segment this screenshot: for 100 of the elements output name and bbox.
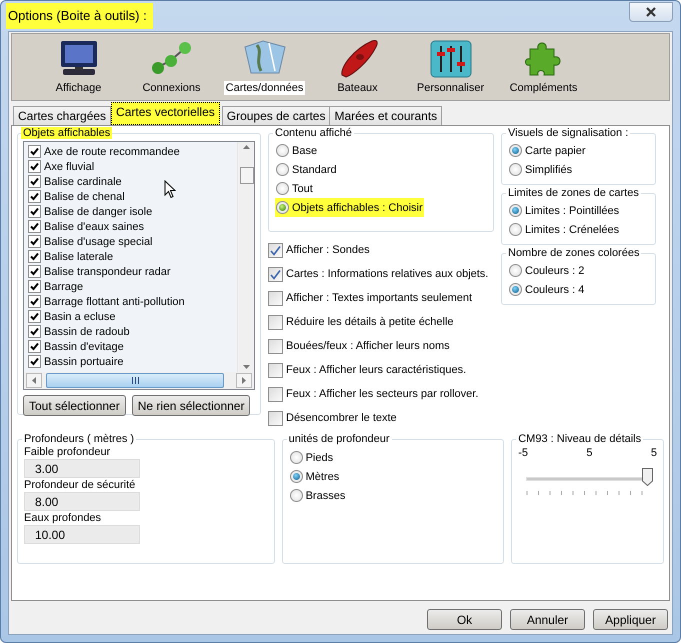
select-button[interactable]: Ne rien sélectionner xyxy=(132,395,250,416)
checkbox[interactable] xyxy=(268,290,283,306)
checkbox[interactable] xyxy=(28,235,41,248)
list-item[interactable]: Bassin de radoub xyxy=(44,326,130,338)
radio-label[interactable]: Tout xyxy=(292,182,313,194)
radio-button[interactable] xyxy=(290,470,303,483)
highlighted-option[interactable]: Objets affichables : Choisir xyxy=(275,198,424,217)
list-item[interactable]: Balise de chenal xyxy=(44,190,125,202)
radio-button[interactable] xyxy=(290,489,303,502)
radio-label[interactable]: Base xyxy=(292,144,318,156)
list-item[interactable]: Axe de route recommandee xyxy=(44,146,180,158)
close-button[interactable] xyxy=(629,2,673,22)
checkbox-label[interactable]: Afficher : Textes importants seulement xyxy=(286,292,472,304)
dialog-button[interactable]: Annuler xyxy=(510,609,585,630)
dialog-button[interactable]: Ok xyxy=(427,609,502,630)
toolbar-item[interactable]: Cartes/données xyxy=(218,34,311,100)
radio-button[interactable] xyxy=(509,283,522,296)
checkbox-label[interactable]: Désencombrer le texte xyxy=(286,412,397,424)
list-item[interactable]: Basin a ecluse xyxy=(44,310,116,322)
checkbox-label[interactable]: Réduire les détails à petite échelle xyxy=(286,316,454,328)
radio-label[interactable]: Standard xyxy=(292,164,337,176)
list-item[interactable]: Barrage flottant anti-pollution xyxy=(44,296,185,308)
checkbox[interactable] xyxy=(28,205,41,218)
list-item[interactable]: Balise transpondeur radar xyxy=(44,266,171,278)
tab[interactable]: Cartes chargées xyxy=(13,106,112,125)
radio-button[interactable] xyxy=(509,144,522,157)
tab[interactable]: Groupes de cartes xyxy=(222,106,330,125)
scroll-left-icon xyxy=(32,377,36,384)
radio-button[interactable] xyxy=(276,163,289,176)
scroll-left-button[interactable] xyxy=(26,373,42,388)
checkbox[interactable] xyxy=(28,280,41,293)
scroll-right-button[interactable] xyxy=(236,373,252,388)
radio-button[interactable] xyxy=(509,223,522,236)
tab[interactable]: Marées et courants xyxy=(329,106,442,125)
checkbox[interactable] xyxy=(268,386,283,402)
checkbox[interactable] xyxy=(28,250,41,263)
checkbox[interactable] xyxy=(28,145,41,158)
checkbox[interactable] xyxy=(28,355,41,368)
radio-button[interactable] xyxy=(509,163,522,176)
checkbox[interactable] xyxy=(268,266,283,282)
input-field[interactable]: 10.00 xyxy=(24,525,140,544)
list-item[interactable]: Balise d'usage special xyxy=(44,236,153,248)
select-button[interactable]: Tout sélectionner xyxy=(23,395,126,416)
radio-label[interactable]: Mètres xyxy=(306,470,340,482)
checkbox[interactable] xyxy=(28,340,41,353)
radio-button[interactable] xyxy=(509,264,522,277)
checkbox-label[interactable]: Feux : Afficher leurs caractéristiques. xyxy=(286,364,466,376)
toolbar-item[interactable]: Connexions xyxy=(125,34,218,100)
radio-button[interactable] xyxy=(276,201,289,214)
checkbox[interactable] xyxy=(28,175,41,188)
list-item[interactable]: Balise d'eaux saines xyxy=(44,220,144,232)
checkbox[interactable] xyxy=(28,160,41,173)
checkbox-label[interactable]: Cartes : Informations relatives aux objets. xyxy=(286,268,488,280)
list-item[interactable]: Barrage xyxy=(44,280,84,292)
checkbox[interactable] xyxy=(268,314,283,330)
checkbox[interactable] xyxy=(28,190,41,203)
radio-label[interactable]: Limites : Crénelées xyxy=(525,224,620,236)
radio-label[interactable]: Simplifiés xyxy=(525,164,572,176)
radio-label[interactable]: Limites : Pointillées xyxy=(525,204,620,216)
checkbox[interactable] xyxy=(28,220,41,233)
checkbox[interactable] xyxy=(28,295,41,308)
toolbar-item[interactable]: Bateaux xyxy=(311,34,404,100)
radio-button[interactable] xyxy=(290,451,303,464)
list-item[interactable]: Bassin portuaire xyxy=(44,356,124,368)
checkbox[interactable] xyxy=(28,325,41,338)
toolbar-item[interactable]: Compléments xyxy=(497,34,590,100)
slider-thumb[interactable] xyxy=(642,468,653,486)
scroll-thumb[interactable] xyxy=(46,373,224,388)
checkbox[interactable] xyxy=(268,362,283,378)
list-item[interactable]: Balise de danger isole xyxy=(44,206,152,218)
radio-label[interactable]: Pieds xyxy=(306,452,334,464)
radio-button[interactable] xyxy=(276,182,289,195)
radio-label[interactable]: Brasses xyxy=(306,490,346,502)
checkbox[interactable] xyxy=(268,242,283,258)
tab[interactable]: Cartes vectorielles xyxy=(111,102,220,125)
checkbox[interactable] xyxy=(268,338,283,354)
vertical-scrollbar[interactable] xyxy=(237,142,254,372)
checkbox-label[interactable]: Feux : Afficher les secteurs par rollover. xyxy=(286,388,478,400)
list-item[interactable]: Balise laterale xyxy=(44,250,114,262)
radio-label[interactable]: Couleurs : 4 xyxy=(525,284,584,296)
scroll-thumb[interactable] xyxy=(240,167,254,184)
checkbox-label[interactable]: Bouées/feux : Afficher leurs noms xyxy=(286,340,450,352)
horizontal-scrollbar[interactable] xyxy=(24,372,254,389)
dialog-button[interactable]: Appliquer xyxy=(593,609,668,630)
input-field[interactable]: 3.00 xyxy=(24,459,140,478)
radio-button[interactable] xyxy=(509,204,522,217)
radio-label[interactable]: Couleurs : 2 xyxy=(525,264,584,276)
input-field[interactable]: 8.00 xyxy=(24,492,140,511)
checkbox[interactable] xyxy=(28,265,41,278)
checkbox-label[interactable]: Afficher : Sondes xyxy=(286,244,370,256)
toolbar-item[interactable]: Affichage xyxy=(32,34,125,100)
radio-label[interactable]: Carte papier xyxy=(525,144,586,156)
checkbox[interactable] xyxy=(28,310,41,323)
list-item[interactable]: Bassin d'evitage xyxy=(44,340,124,352)
checkbox[interactable] xyxy=(268,410,283,426)
slider[interactable] xyxy=(526,467,653,489)
radio-button[interactable] xyxy=(276,144,289,157)
toolbar-item[interactable]: Personnaliser xyxy=(404,34,497,100)
list-item[interactable]: Balise cardinale xyxy=(44,176,122,188)
list-item[interactable]: Axe fluvial xyxy=(44,160,94,172)
